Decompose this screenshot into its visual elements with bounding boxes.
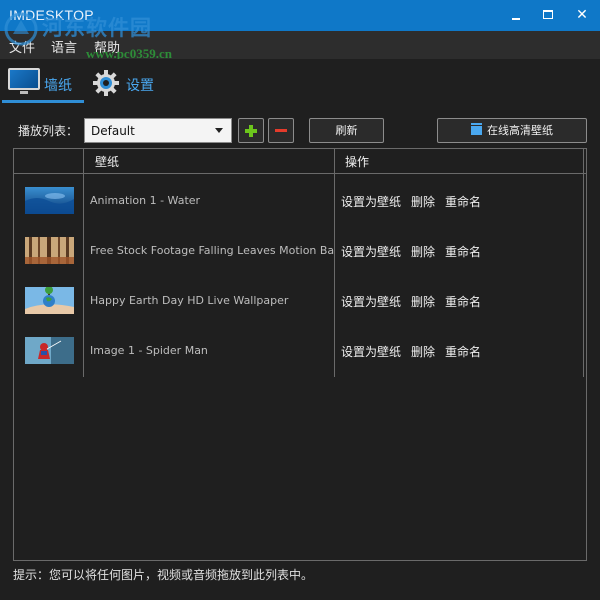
rename-link[interactable]: 重命名 [445, 343, 481, 360]
tab-settings[interactable]: 设置 [90, 59, 160, 103]
playlist-select-value: Default [91, 124, 135, 138]
table-row[interactable]: Free Stock Footage Falling Leaves Motion… [14, 225, 583, 275]
rename-link[interactable]: 重命名 [445, 243, 481, 260]
wallpaper-title: Image 1 - Spider Man [90, 344, 208, 357]
add-playlist-button[interactable] [238, 118, 264, 143]
set-wallpaper-link[interactable]: 设置为壁纸 [341, 243, 401, 260]
watermark-text: 河东软件园 [42, 15, 152, 40]
column-header-wallpaper: 壁纸 [95, 155, 120, 169]
online-wallpaper-label: 在线高清壁纸 [487, 124, 553, 137]
table-row[interactable]: Happy Earth Day HD Live Wallpaper 设置为壁纸 … [14, 275, 583, 325]
remove-playlist-button[interactable] [268, 118, 294, 143]
minimize-button[interactable] [503, 4, 529, 26]
close-button[interactable]: ✕ [569, 4, 595, 26]
delete-link[interactable]: 删除 [411, 193, 435, 210]
wallpaper-table: 壁纸 操作 Animation 1 - Water 设置为壁纸 删除 重命名 F… [13, 148, 587, 561]
delete-link[interactable]: 删除 [411, 343, 435, 360]
maximize-button[interactable] [535, 4, 561, 26]
tab-wallpaper[interactable]: 墙纸 [2, 59, 84, 103]
clapperboard-icon [471, 123, 482, 135]
playlist-select[interactable]: Default [84, 118, 232, 143]
wallpaper-title: Animation 1 - Water [90, 194, 201, 207]
set-wallpaper-link[interactable]: 设置为壁纸 [341, 193, 401, 210]
delete-link[interactable]: 删除 [411, 293, 435, 310]
watermark-logo-icon [4, 12, 38, 46]
tab-bar: 墙纸 设置 [0, 59, 600, 105]
thumbnail-spiderman [25, 337, 74, 364]
gear-icon [93, 70, 119, 96]
set-wallpaper-link[interactable]: 设置为壁纸 [341, 343, 401, 360]
hint-text: 提示：您可以将任何图片，视频或音频拖放到此列表中。 [13, 568, 314, 582]
table-row[interactable]: Image 1 - Spider Man 设置为壁纸 删除 重命名 [14, 325, 583, 375]
column-divider [583, 149, 584, 377]
wallpaper-title: Free Stock Footage Falling Leaves Motion… [90, 244, 334, 257]
rename-link[interactable]: 重命名 [445, 293, 481, 310]
set-wallpaper-link[interactable]: 设置为壁纸 [341, 293, 401, 310]
thumbnail-water [25, 187, 74, 214]
table-header: 壁纸 操作 [14, 149, 586, 174]
online-wallpaper-button[interactable]: 在线高清壁纸 [437, 118, 587, 143]
rename-link[interactable]: 重命名 [445, 193, 481, 210]
tab-settings-label: 设置 [126, 78, 154, 94]
column-header-actions: 操作 [345, 155, 370, 169]
table-row[interactable]: Animation 1 - Water 设置为壁纸 删除 重命名 [14, 175, 583, 225]
wallpaper-title: Happy Earth Day HD Live Wallpaper [90, 294, 289, 307]
monitor-icon [8, 68, 40, 94]
thumbnail-leaves [25, 237, 74, 264]
minus-icon [275, 129, 287, 132]
thumbnail-earth [25, 287, 74, 314]
plus-icon-vertical [249, 125, 253, 137]
refresh-button[interactable]: 刷新 [309, 118, 384, 143]
delete-link[interactable]: 删除 [411, 243, 435, 260]
chevron-down-icon [215, 128, 223, 133]
playlist-label: 播放列表： [18, 124, 79, 138]
tab-wallpaper-label: 墙纸 [44, 78, 72, 94]
